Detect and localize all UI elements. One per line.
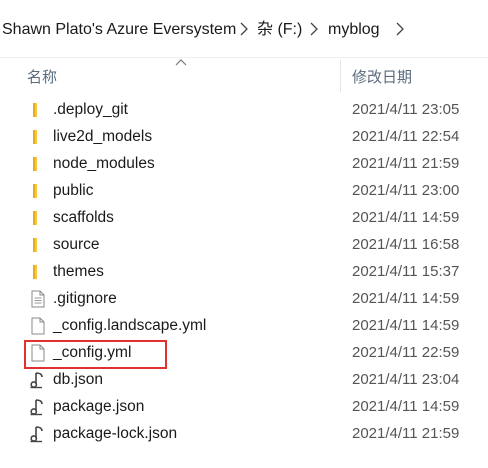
file-date: 2021/4/11 22:59 xyxy=(352,344,460,361)
file-list: .deploy_git 2021/4/11 23:05 live2d_model… xyxy=(0,97,488,448)
folder-icon xyxy=(33,103,37,117)
file-date: 2021/4/11 21:59 xyxy=(352,155,460,172)
file-date: 2021/4/11 15:37 xyxy=(352,263,460,280)
json-file-icon xyxy=(30,399,43,416)
file-date: 2021/4/11 22:54 xyxy=(352,128,460,145)
file-name: live2d_models xyxy=(53,128,153,145)
file-date: 2021/4/11 14:59 xyxy=(352,290,460,307)
file-row-themes[interactable]: themes 2021/4/11 15:37 xyxy=(0,259,488,286)
file-row-public[interactable]: public 2021/4/11 23:00 xyxy=(0,178,488,205)
breadcrumb-item-folder[interactable]: myblog xyxy=(328,20,380,40)
file-row-scaffolds[interactable]: scaffolds 2021/4/11 14:59 xyxy=(0,205,488,232)
folder-icon xyxy=(33,211,37,225)
column-divider[interactable] xyxy=(340,60,341,92)
file-name: source xyxy=(53,236,100,253)
folder-icon xyxy=(33,184,37,198)
chevron-right-icon[interactable] xyxy=(396,22,404,36)
file-name: .deploy_git xyxy=(53,101,128,118)
folder-icon xyxy=(33,130,37,144)
file-date: 2021/4/11 14:59 xyxy=(352,317,460,334)
file-row-package-json[interactable]: package.json 2021/4/11 14:59 xyxy=(0,394,488,421)
file-name: node_modules xyxy=(53,155,155,172)
column-header-name[interactable]: 名称 xyxy=(27,66,57,87)
json-file-icon xyxy=(30,426,43,443)
file-date: 2021/4/11 14:59 xyxy=(352,398,460,415)
file-row-package-lock-json[interactable]: package-lock.json 2021/4/11 21:59 xyxy=(0,421,488,448)
column-header-bar: 名称 修改日期 xyxy=(0,58,488,92)
folder-icon xyxy=(33,238,37,252)
folder-icon xyxy=(33,157,37,171)
file-row-config-landscape-yml[interactable]: _config.landscape.yml 2021/4/11 14:59 xyxy=(0,313,488,340)
file-row-source[interactable]: source 2021/4/11 16:58 xyxy=(0,232,488,259)
json-file-icon xyxy=(30,372,43,389)
file-date: 2021/4/11 21:59 xyxy=(352,425,460,442)
file-row-live2d-models[interactable]: live2d_models 2021/4/11 22:54 xyxy=(0,124,488,151)
file-row-gitignore[interactable]: .gitignore 2021/4/11 14:59 xyxy=(0,286,488,313)
file-name: _config.landscape.yml xyxy=(53,317,207,334)
file-date: 2021/4/11 23:05 xyxy=(352,101,460,118)
file-name: package-lock.json xyxy=(53,425,178,442)
file-date: 2021/4/11 14:59 xyxy=(352,209,460,226)
file-icon xyxy=(31,317,45,335)
highlight-annotation-box xyxy=(24,340,167,369)
file-name: package.json xyxy=(53,398,145,415)
file-row-node-modules[interactable]: node_modules 2021/4/11 21:59 xyxy=(0,151,488,178)
column-header-date-modified[interactable]: 修改日期 xyxy=(352,66,412,87)
file-row-deploy-git[interactable]: .deploy_git 2021/4/11 23:05 xyxy=(0,97,488,124)
breadcrumb-item-computer[interactable]: Shawn Plato's Azure Eversystem xyxy=(2,20,236,40)
file-name: .gitignore xyxy=(53,290,117,307)
chevron-right-icon[interactable] xyxy=(240,22,248,36)
chevron-right-icon[interactable] xyxy=(310,22,318,36)
text-file-icon xyxy=(31,290,45,308)
sort-ascending-icon xyxy=(175,59,187,66)
file-name: scaffolds xyxy=(53,209,114,226)
file-row-db-json[interactable]: db.json 2021/4/11 23:04 xyxy=(0,367,488,394)
file-name: db.json xyxy=(53,371,103,388)
file-name: themes xyxy=(53,263,104,280)
folder-icon xyxy=(33,265,37,279)
file-name: public xyxy=(53,182,94,199)
file-date: 2021/4/11 23:00 xyxy=(352,182,460,199)
file-date: 2021/4/11 16:58 xyxy=(352,236,460,253)
breadcrumb-item-drive[interactable]: 杂 (F:) xyxy=(257,20,302,40)
file-date: 2021/4/11 23:04 xyxy=(352,371,460,388)
breadcrumb: Shawn Plato's Azure Eversystem 杂 (F:) my… xyxy=(0,0,488,58)
